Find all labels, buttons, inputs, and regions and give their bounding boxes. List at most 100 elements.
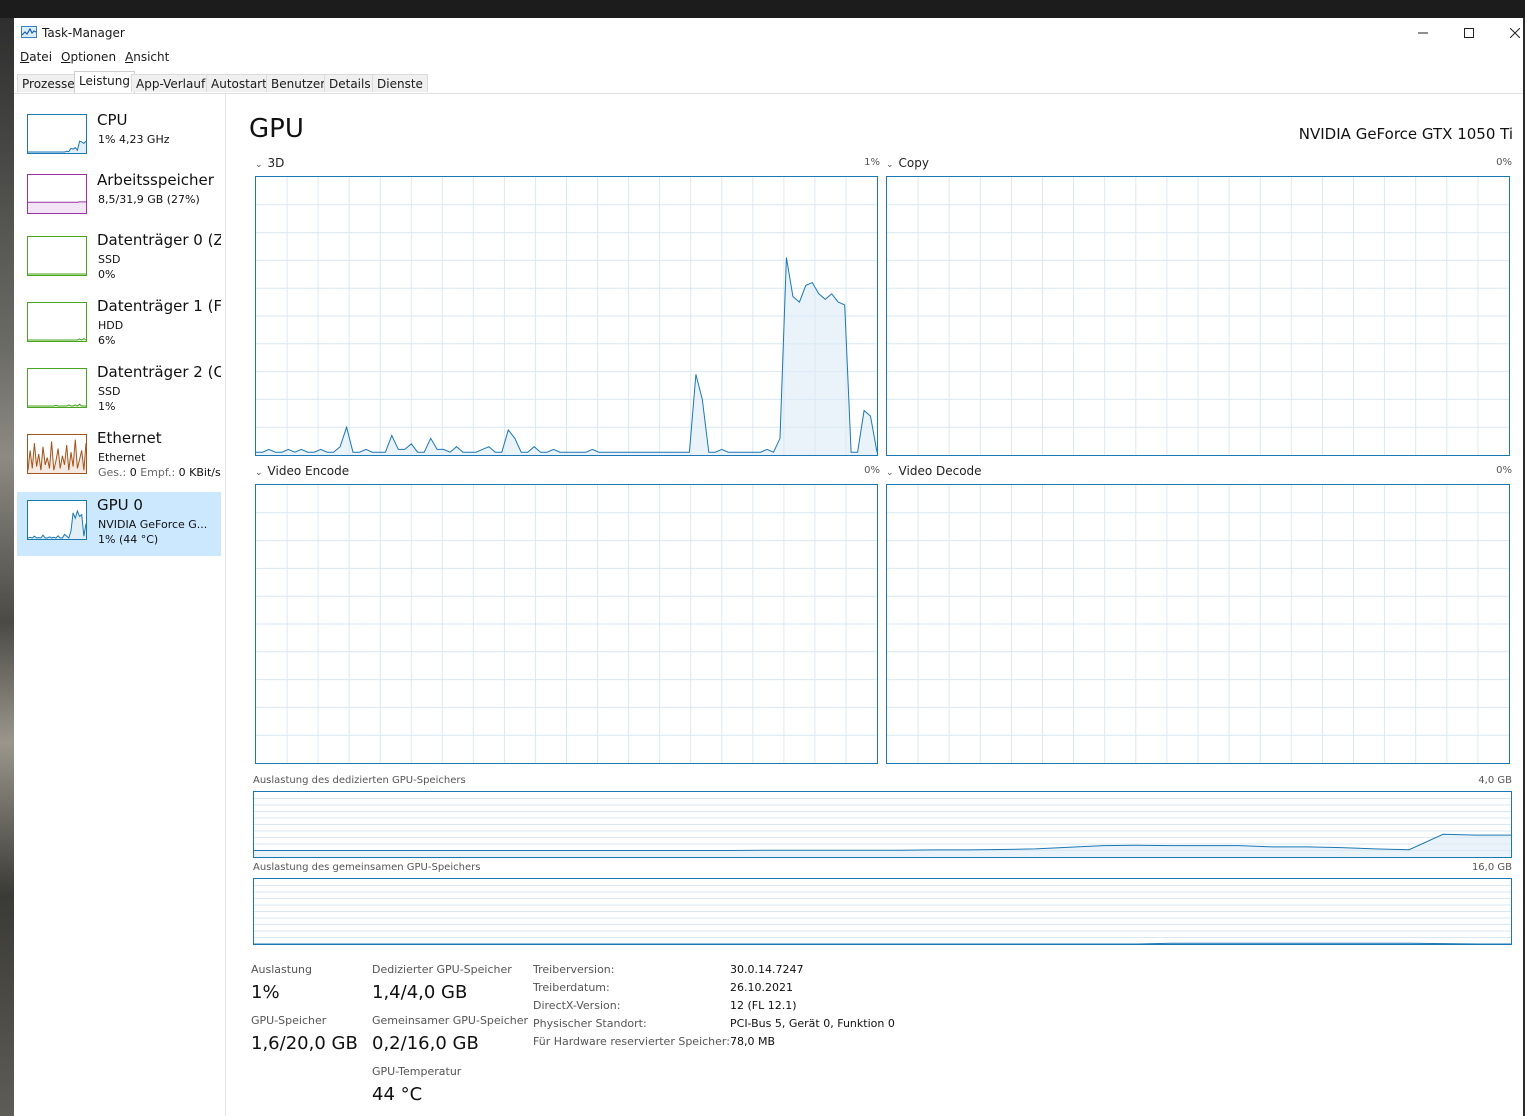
stat-label: GPU-Temperatur xyxy=(372,1065,462,1078)
menu-ansicht-accel: A xyxy=(125,50,134,64)
sidebar-item-title: GPU 0 xyxy=(97,496,143,514)
engine-value: 1% xyxy=(864,157,880,168)
graph-svg xyxy=(887,177,1509,455)
info-label: Treiberdatum: xyxy=(533,981,610,994)
info-label: Für Hardware reservierter Speicher: xyxy=(533,1035,730,1048)
info-value: PCI-Bus 5, Gerät 0, Funktion 0 xyxy=(730,1017,895,1030)
chevron-down-icon: ⌄ xyxy=(255,468,263,478)
sidebar-item-type: SSD xyxy=(98,385,121,398)
tab-details[interactable]: Details xyxy=(324,74,376,92)
chevron-down-icon: ⌄ xyxy=(886,468,894,478)
engine-selector-video-decode[interactable]: ⌄ Video Decode xyxy=(886,464,982,478)
engine-value: 0% xyxy=(1496,465,1512,476)
info-value: 26.10.2021 xyxy=(730,981,793,994)
thumbnail-svg xyxy=(28,338,86,341)
sidebar-item-title: Datenträger 2 (C: D xyxy=(97,363,221,381)
engine-label: Copy xyxy=(898,156,929,170)
menu-optionen[interactable]: Optionen xyxy=(61,50,116,64)
sidebar-item-detail: 1% 4,23 GHz xyxy=(98,133,170,146)
thumbnail-line xyxy=(28,338,86,341)
maximize-button[interactable] xyxy=(1446,18,1492,48)
sidebar-item-gpu-0[interactable]: GPU 0 NVIDIA GeForce G... 1% (44 °C) xyxy=(17,492,221,556)
thumbnail-svg xyxy=(28,201,86,213)
sidebar-item-detail: 8,5/31,9 GB (27%) xyxy=(98,193,200,206)
info-label: DirectX-Version: xyxy=(533,999,621,1012)
engine-label: Video Decode xyxy=(898,464,982,478)
tab-dienste[interactable]: Dienste xyxy=(372,74,428,92)
graph-grid xyxy=(887,177,1509,455)
disk-2-thumbnail-graph xyxy=(27,368,87,408)
engine-selector-3d[interactable]: ⌄ 3D xyxy=(255,156,284,170)
stat-label: GPU-Speicher xyxy=(251,1014,327,1027)
stat-label: Gemeinsamer GPU-Speicher xyxy=(372,1014,529,1027)
info-label: Physischer Standort: xyxy=(533,1017,647,1030)
desktop-top-strip xyxy=(0,0,1525,18)
dedicated-memory-label: Auslastung des dedizierten GPU-Speichers xyxy=(253,775,466,786)
sidebar-item-cpu[interactable]: CPU 1% 4,23 GHz xyxy=(17,110,221,174)
stat-value: 1% xyxy=(251,982,280,1003)
task-manager-icon xyxy=(21,26,37,38)
send-value: 0 xyxy=(129,466,137,479)
menu-datei[interactable]: Datei xyxy=(20,50,52,64)
graph-svg xyxy=(254,798,1511,857)
engine-selector-copy[interactable]: ⌄ Copy xyxy=(886,156,929,170)
tab-bar: Prozesse Leistung App-Verlauf Autostart … xyxy=(14,71,1523,94)
sidebar-item-type: HDD xyxy=(98,319,124,332)
graph-shared-memory xyxy=(253,878,1512,945)
chevron-down-icon: ⌄ xyxy=(255,160,263,170)
graph-copy xyxy=(886,176,1510,456)
minimize-icon xyxy=(1418,32,1428,34)
engine-selector-video-encode[interactable]: ⌄ Video Encode xyxy=(255,464,349,478)
graph-svg xyxy=(887,485,1509,763)
graph-video-decode xyxy=(886,484,1510,764)
cpu-thumbnail-graph xyxy=(27,114,87,154)
sidebar-item-ethernet[interactable]: Ethernet Ethernet Ges.: 0 Empf.: 0 KBit/… xyxy=(17,428,221,492)
minimize-button[interactable] xyxy=(1400,18,1446,48)
sidebar-item-memory[interactable]: Arbeitsspeicher 8,5/31,9 GB (27%) xyxy=(17,170,221,234)
engine-value: 0% xyxy=(1496,157,1512,168)
stat-value: 1,6/20,0 GB xyxy=(251,1033,358,1054)
close-button[interactable] xyxy=(1492,18,1525,48)
thumbnail-svg xyxy=(28,403,86,407)
engine-label: 3D xyxy=(267,156,285,170)
sidebar-item-title: Arbeitsspeicher xyxy=(97,171,214,189)
sidebar-item-detail: 6% xyxy=(98,334,116,347)
sidebar-item-title: Ethernet xyxy=(97,429,162,447)
thumbnail-line xyxy=(28,403,86,407)
graph-3d xyxy=(255,176,878,456)
tab-app-verlauf[interactable]: App-Verlauf xyxy=(131,74,211,92)
thumbnail-line xyxy=(28,140,86,153)
sidebar-item-disk-0[interactable]: Datenträger 0 (Z:) SSD 0% xyxy=(17,230,221,294)
title-bar[interactable]: Task-Manager xyxy=(14,18,1523,48)
graph-dedicated-memory xyxy=(253,791,1512,858)
info-value: 78,0 MB xyxy=(730,1035,776,1048)
chevron-down-icon: ⌄ xyxy=(886,160,894,170)
thumbnail-area xyxy=(28,511,86,539)
thumbnail-svg xyxy=(28,439,86,473)
receive-value: 0 KBit/s xyxy=(178,466,221,479)
sidebar-item-type: SSD xyxy=(98,253,121,266)
thumbnail-area xyxy=(28,201,86,213)
performance-sidebar: CPU 1% 4,23 GHz Arbeitsspeicher 8,5/31,9… xyxy=(14,94,226,1116)
tab-leistung[interactable]: Leistung xyxy=(74,71,135,93)
disk-0-thumbnail-graph xyxy=(27,236,87,276)
graph-svg xyxy=(254,885,1511,944)
sidebar-item-disk-1[interactable]: Datenträger 1 (F: H HDD 6% xyxy=(17,296,221,360)
sidebar-item-title: Datenträger 1 (F: H xyxy=(97,297,221,315)
info-value: 12 (FL 12.1) xyxy=(730,999,797,1012)
tab-prozesse[interactable]: Prozesse xyxy=(17,74,80,92)
menu-ansicht-rest: nsicht xyxy=(133,50,170,64)
desktop-wallpaper-strip xyxy=(0,18,14,1116)
menu-datei-accel: D xyxy=(20,50,30,64)
page-title: GPU xyxy=(249,114,304,144)
info-label: Treiberversion: xyxy=(533,963,615,976)
tab-benutzer[interactable]: Benutzer xyxy=(266,74,331,92)
thumbnail-svg xyxy=(28,273,86,275)
menu-ansicht[interactable]: Ansicht xyxy=(125,50,169,64)
sidebar-item-disk-2[interactable]: Datenträger 2 (C: D SSD 1% xyxy=(17,362,221,426)
menu-optionen-rest: ptionen xyxy=(70,50,117,64)
receive-label: Empf.: xyxy=(140,466,176,479)
tab-autostart[interactable]: Autostart xyxy=(206,74,272,92)
stat-value: 0,2/16,0 GB xyxy=(372,1033,479,1054)
gpu-thumbnail-graph xyxy=(27,500,87,540)
